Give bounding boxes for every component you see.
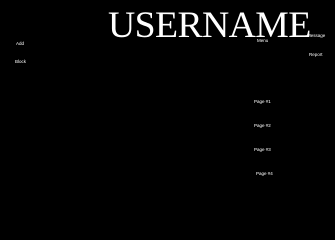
page-link-4[interactable]: Page #4: [256, 171, 273, 177]
page-link-3[interactable]: Page #3: [254, 147, 271, 153]
menu-link[interactable]: Menu: [257, 38, 268, 44]
username-title: USERNAME: [108, 5, 311, 46]
report-link[interactable]: Report: [309, 52, 323, 58]
add-link[interactable]: Add: [16, 41, 24, 47]
block-link[interactable]: Block: [15, 59, 26, 65]
page-link-1[interactable]: Page #1: [254, 99, 271, 105]
page-link-2[interactable]: Page #2: [254, 123, 271, 129]
message-link[interactable]: Message: [307, 33, 325, 39]
